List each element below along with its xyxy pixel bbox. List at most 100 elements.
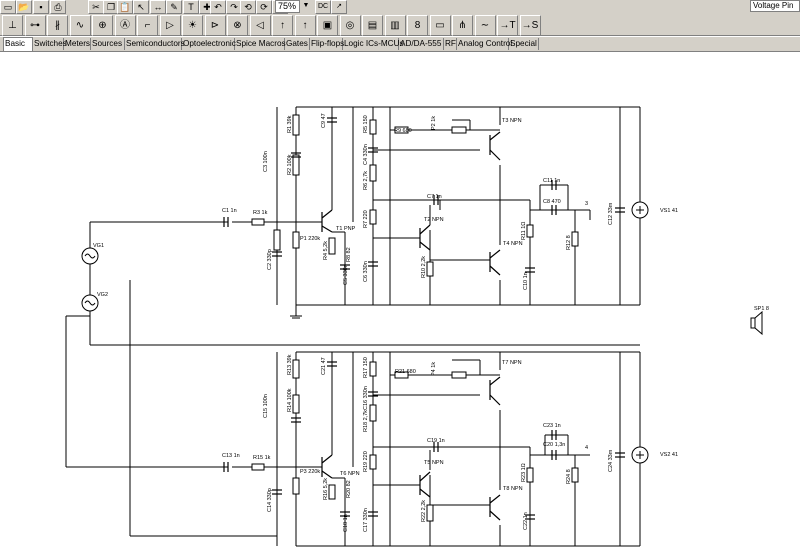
label-c5: C5 330n: [343, 264, 349, 285]
component-select[interactable]: Voltage Pin: [750, 0, 800, 12]
tab-ad-da-555[interactable]: AD/DA-555: [399, 38, 444, 50]
label-node-3: 3: [585, 201, 588, 207]
label-r6: R6 2,7k: [363, 171, 369, 190]
label-c19: C19 1n: [427, 438, 445, 444]
inductor-part-icon[interactable]: ∿: [69, 15, 91, 36]
switch-part-icon[interactable]: ⌐: [137, 15, 158, 36]
probe-icon[interactable]: ↗: [331, 0, 347, 14]
label-r2: R2 100k: [287, 154, 293, 175]
rotate-left-icon[interactable]: ⟲: [240, 0, 256, 14]
open-icon[interactable]: 📂: [16, 0, 32, 14]
led-part-icon[interactable]: ☀: [182, 15, 203, 36]
label-t7: T7 NPN: [502, 360, 522, 366]
dc-analysis-icon[interactable]: DC: [315, 0, 331, 14]
tab-semiconductors[interactable]: Semiconductors: [125, 38, 185, 50]
label-r9: R9 680: [394, 128, 412, 134]
probe-part-icon[interactable]: ↑: [272, 15, 293, 36]
diode-part-icon[interactable]: ▷: [159, 15, 181, 36]
tab-spice-macros[interactable]: Spice Macros: [235, 38, 286, 50]
label-c20: C20 1,3n: [543, 442, 565, 448]
pointer-icon[interactable]: ↖: [133, 0, 149, 14]
tab-sources[interactable]: Sources: [91, 38, 125, 50]
schematic-drawing: C1 1n R3 1k P1 220k VG1 VG2 T1 PNP T2 NP…: [65, 106, 769, 547]
zoom-value: 75%: [278, 1, 297, 11]
label-c15: C15 100n: [263, 394, 269, 418]
label-c3: C3 100n: [263, 151, 269, 172]
tab-gates[interactable]: Gates: [285, 38, 310, 50]
output-pin-part-icon[interactable]: →S: [519, 15, 541, 36]
tab-optoelectronic[interactable]: Optoelectronic: [182, 38, 236, 50]
label-r23: R23 1Ω: [521, 463, 527, 482]
label-r19: R19 220: [363, 451, 369, 472]
wire-icon[interactable]: ↔: [150, 0, 166, 14]
label-c16: C16 330n: [363, 386, 369, 410]
label-r1: R1 39k: [287, 115, 293, 133]
tab-special[interactable]: Special: [509, 38, 539, 50]
cut-icon[interactable]: ✂: [88, 0, 104, 14]
label-t3: T3 NPN: [502, 118, 522, 124]
chevron-down-icon[interactable]: ▼: [299, 0, 312, 13]
voltmeter-part-icon[interactable]: ↑: [294, 15, 316, 36]
label-c22: C22 1n: [523, 512, 529, 530]
label-r14: R14 100k: [287, 388, 293, 412]
function-generator-part-icon[interactable]: ▤: [362, 15, 383, 36]
label-c2: C2 330p: [267, 249, 273, 270]
tab-analog-control[interactable]: Analog Control: [457, 38, 512, 50]
label-vg2: VG2: [97, 292, 108, 298]
signal-analyzer-part-icon[interactable]: ◎: [339, 15, 361, 36]
label-c24: C24 33m: [608, 449, 614, 472]
monitor-part-icon[interactable]: ▭: [429, 15, 451, 36]
rotate-right-icon[interactable]: ⟳: [256, 0, 272, 14]
tab-switches[interactable]: Switches: [33, 38, 67, 50]
print-icon[interactable]: ⎙: [50, 0, 66, 14]
label-r11: R11 1Ω: [521, 222, 527, 240]
tab-flip-flops[interactable]: Flip-flops: [310, 38, 344, 50]
label-c12: C12 33m: [608, 202, 614, 225]
ammeter-part-icon[interactable]: Ⓐ: [114, 15, 136, 36]
pencil-icon[interactable]: ✎: [166, 0, 182, 14]
text-icon[interactable]: T: [183, 0, 199, 14]
label-c17: C17 330n: [363, 508, 369, 532]
label-p3: P3 220k: [300, 469, 320, 475]
logic-display-part-icon[interactable]: ▥: [384, 15, 406, 36]
lamp-part-icon[interactable]: ⊗: [227, 15, 248, 36]
schematic-canvas[interactable]: C1 1n R3 1k P1 220k VG1 VG2 T1 PNP T2 NP…: [0, 52, 800, 548]
label-c1: C1 1n: [222, 208, 237, 214]
label-c10: C10 1n: [523, 272, 529, 290]
save-icon[interactable]: ▪: [33, 0, 49, 14]
label-r8: R8 82: [346, 247, 352, 262]
label-r13: R13 39k: [287, 354, 293, 375]
traffic-light-part-icon[interactable]: ⋔: [452, 15, 473, 36]
tab-logic-ics-mcus[interactable]: Logic ICs-MCUs: [343, 38, 404, 50]
oscilloscope-part-icon[interactable]: ▣: [317, 15, 338, 36]
label-t8: T8 NPN: [503, 486, 523, 492]
label-node-4: 4: [585, 445, 588, 451]
paste-icon[interactable]: 📋: [117, 0, 133, 14]
resistor-part-icon[interactable]: ⊶: [24, 15, 46, 36]
new-icon[interactable]: ▭: [0, 0, 16, 14]
label-t6: T6 NPN: [340, 471, 360, 477]
label-c11: C11 1n: [543, 178, 560, 184]
transistor-part-icon[interactable]: ⊳: [204, 15, 226, 36]
label-r12: R12 8: [566, 235, 572, 250]
tab-basic[interactable]: Basic: [3, 37, 33, 51]
label-r10: R10 2,2k: [421, 256, 427, 278]
tab-meters[interactable]: Meters: [64, 38, 91, 50]
label-t2: T2 NPN: [424, 217, 444, 223]
tab-rf[interactable]: RF: [444, 38, 457, 50]
label-p1: P1 220k: [300, 236, 320, 242]
main-toolbar: ▭📂▪⎙✂❐📋↖↔✎T✚↶↷⟲⟳⋮DC↗ 75% ▼ Voltage Pin ⊥…: [0, 0, 800, 36]
ground-part-icon[interactable]: ⊥: [2, 15, 23, 36]
label-r7: R7 220: [363, 210, 369, 228]
label-vg1: VG1: [93, 243, 104, 249]
label-t4: T4 NPN: [503, 241, 523, 247]
undo-icon[interactable]: ↶: [210, 0, 226, 14]
speaker-part-icon[interactable]: ◁: [249, 15, 271, 36]
capacitor-part-icon[interactable]: ∦: [47, 15, 68, 36]
seven-segment-part-icon[interactable]: 8: [407, 15, 428, 36]
label-c13: C13 1n: [222, 453, 240, 459]
input-pin-part-icon[interactable]: →T: [497, 15, 518, 36]
label-p2: P2 1k: [431, 116, 437, 130]
voltage-source-part-icon[interactable]: ⊕: [92, 15, 113, 36]
ac-source-part-icon[interactable]: ∼: [474, 15, 496, 36]
